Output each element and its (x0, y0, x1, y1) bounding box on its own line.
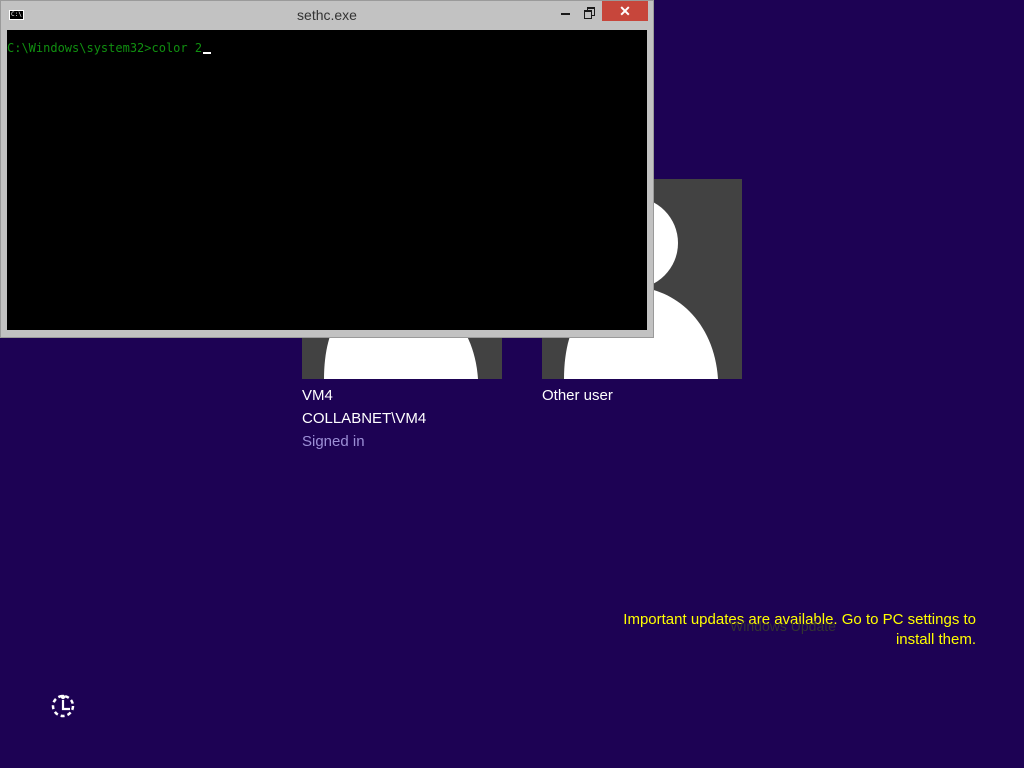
ease-of-access-button[interactable] (49, 692, 77, 720)
console-command: color 2 (151, 41, 203, 55)
console-output[interactable]: C:\Windows\system32>color 2 (7, 30, 647, 330)
user-status: Signed in (302, 433, 365, 450)
console-prompt: C:\Windows\system32> (7, 41, 152, 55)
minimize-button[interactable] (553, 1, 577, 21)
user-tile-other-info: Other user (542, 384, 613, 407)
restore-icon (584, 6, 595, 19)
minimize-icon (560, 12, 570, 15)
close-button[interactable]: ✕ (602, 1, 648, 21)
console-title-bar[interactable]: C:\ sethc.exe ✕ (1, 1, 653, 30)
update-title: Windows Update (730, 618, 836, 634)
close-icon: ✕ (619, 3, 631, 19)
console-window[interactable]: C:\ sethc.exe ✕ C:\Windows\system32>colo… (0, 0, 654, 338)
user-account: COLLABNET\VM4 (302, 410, 427, 427)
user-name: Other user (542, 387, 613, 404)
text-cursor (203, 52, 212, 54)
user-tile-vm4-info: VM4 COLLABNET\VM4 Signed in (302, 384, 426, 453)
restore-button[interactable] (577, 1, 601, 21)
user-name: VM4 (302, 387, 333, 404)
windows-update-notice[interactable]: Windows Update Important updates are ava… (596, 610, 976, 650)
ease-of-access-icon (51, 694, 75, 718)
